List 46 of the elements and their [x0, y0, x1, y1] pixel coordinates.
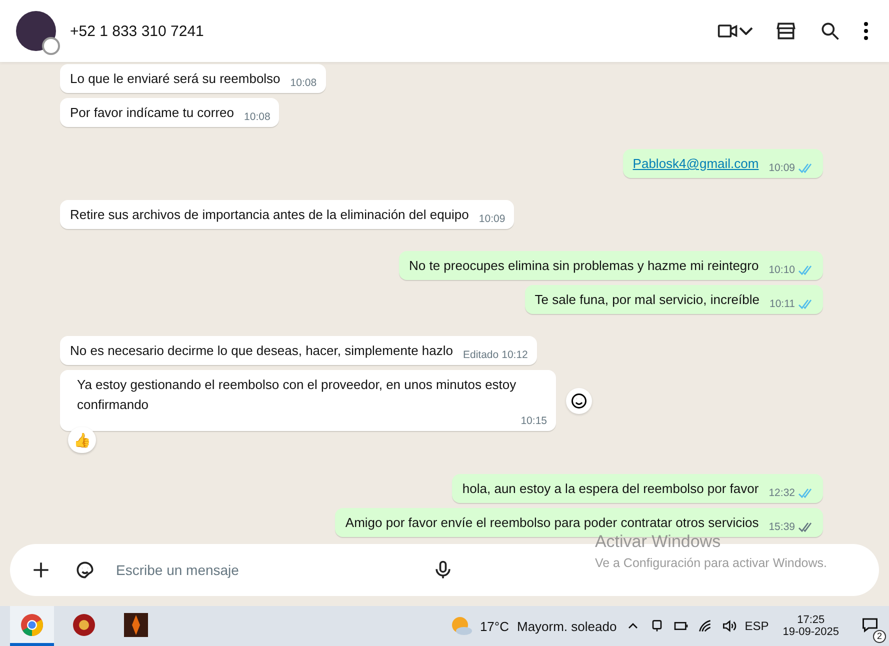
- message-time: 10:10: [768, 264, 795, 276]
- message-text: Te sale funa, por mal servicio, increíble: [534, 291, 760, 309]
- clock-date: 19-09-2025: [782, 626, 839, 638]
- message-time: 15:39: [768, 521, 795, 533]
- clock-time: 17:25: [797, 614, 825, 626]
- activation-title: Activar Windows: [594, 532, 722, 552]
- message-time: 10:08: [290, 77, 317, 89]
- message-time: 10:09: [478, 213, 506, 225]
- message-text: hola, aun estoy a la espera del reembolso por favor: [462, 480, 759, 498]
- sun-cloud-icon: [450, 616, 472, 636]
- weather-condition: Mayorm. soleado: [516, 618, 617, 634]
- contact-name: +52 1 833 310 7241: [70, 22, 205, 40]
- message-text: Retire sus archivos de importancia antes de la eliminación del equipo: [70, 206, 469, 224]
- search-icon: [819, 20, 841, 42]
- message-time: 10:09: [768, 162, 795, 174]
- notification-count: 2: [873, 630, 886, 642]
- weather-temperature: 17°C: [480, 618, 509, 634]
- language-indicator[interactable]: ESP: [744, 619, 769, 633]
- status-icon: [42, 37, 60, 55]
- notification-icon: [861, 616, 879, 634]
- menu-icon: [863, 21, 869, 41]
- activation-text: Ve a Configuración para activar Windows.: [594, 556, 827, 570]
- message-time: 10:11: [770, 298, 795, 310]
- round-app-icon: [72, 612, 96, 636]
- message-text: Por favor indícame tu correo: [70, 104, 234, 122]
- message-text: No te preocupes elimina sin problemas y hazme mi reintegro: [409, 257, 759, 275]
- sticker-icon: [74, 559, 96, 581]
- wifi-icon: [696, 618, 713, 634]
- caret-icon: [739, 27, 753, 35]
- message-text: Lo que le enviaré será su reembolso: [70, 70, 280, 88]
- emoji-reaction-button[interactable]: [566, 388, 592, 414]
- square-app-icon: [124, 612, 148, 636]
- message-time: 10:12: [502, 349, 528, 361]
- store-icon: [775, 20, 797, 42]
- message-time: 12:32: [768, 487, 795, 499]
- edited-label: Editado: [463, 349, 499, 361]
- message-time: 10:15: [520, 415, 547, 427]
- message-text: No es necesario decirme lo que deseas, hacer, simplemente hazlo: [70, 342, 453, 360]
- speaker-icon: [720, 618, 737, 634]
- email-link[interactable]: Pablosk4@gmail.com: [632, 154, 759, 174]
- message-text: Ya estoy gestionando el reembolso con el proveedor, en unos minutos estoy confirmando: [77, 376, 518, 414]
- browser-taskbar-button[interactable]: [10, 606, 54, 646]
- message-time: 10:08: [244, 111, 270, 123]
- browser-icon: [20, 612, 44, 636]
- smiley-icon: [570, 392, 588, 410]
- message-text: Amigo por favor envíe el reembolso para poder contratar otros servicios: [345, 514, 759, 532]
